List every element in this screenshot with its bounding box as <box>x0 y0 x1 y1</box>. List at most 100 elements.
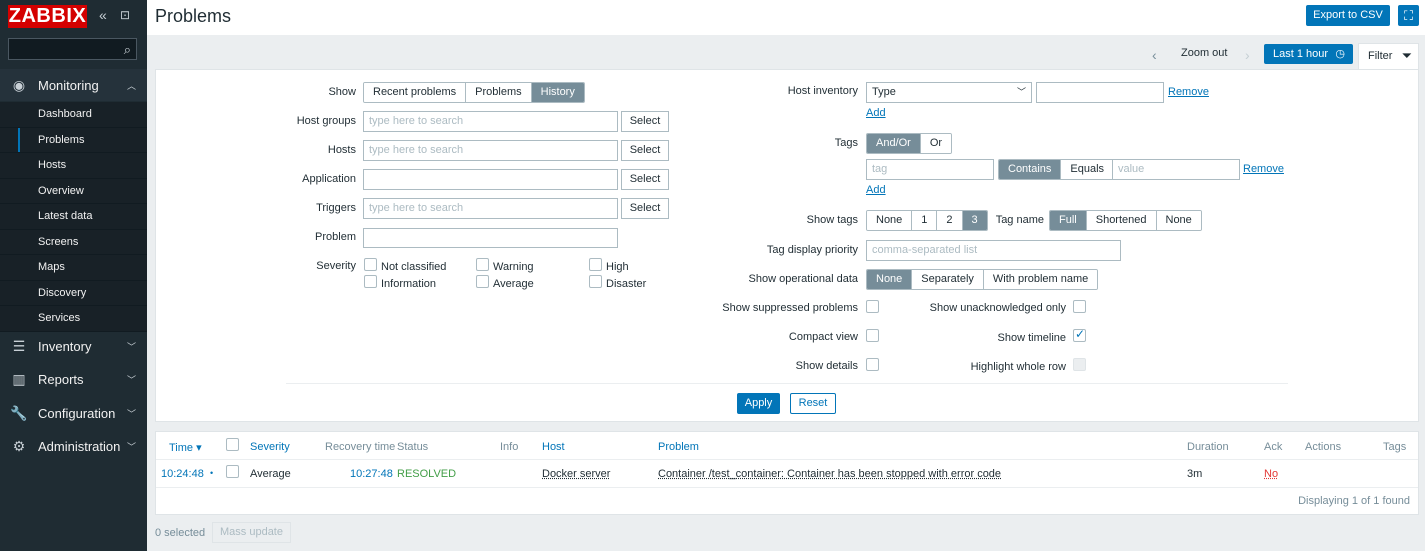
apply-button[interactable]: Apply <box>737 393 780 414</box>
compact-view-checkbox[interactable] <box>866 329 879 342</box>
sidebar-item-services[interactable]: Services <box>0 306 147 332</box>
column-problem-header[interactable]: Problem <box>658 441 699 453</box>
tag-name-full-option[interactable]: Full <box>1050 211 1086 230</box>
export-csv-button[interactable]: Export to CSV <box>1306 5 1390 26</box>
sidebar-item-maps[interactable]: Maps <box>0 255 147 281</box>
selected-count: 0 selected <box>155 527 205 539</box>
show-details-checkbox[interactable] <box>866 358 879 371</box>
menu-monitoring-label: Monitoring <box>38 78 99 93</box>
host-inventory-type-select[interactable]: Type ﹀ <box>866 82 1032 103</box>
menu-monitoring[interactable]: ◉ Monitoring ︿ <box>0 69 147 101</box>
show-tags-1-option[interactable]: 1 <box>911 211 936 230</box>
application-input[interactable] <box>363 169 618 190</box>
tags-and-or-option[interactable]: And/Or <box>867 134 920 153</box>
severity-high-checkbox[interactable] <box>589 258 602 271</box>
op-data-none-option[interactable]: None <box>867 270 911 289</box>
sidebar-item-dashboard[interactable]: Dashboard <box>0 102 147 128</box>
fullscreen-icon[interactable]: ⛶ <box>1398 5 1419 26</box>
row-recovery-time-link[interactable]: 10:27:48 <box>350 468 393 480</box>
sidebar-item-latest-data[interactable]: Latest data <box>0 204 147 230</box>
show-suppressed-checkbox[interactable] <box>866 300 879 313</box>
host-groups-select-button[interactable]: Select <box>621 111 669 132</box>
application-select-button[interactable]: Select <box>621 169 669 190</box>
tag-equals-option[interactable]: Equals <box>1060 160 1113 179</box>
chevron-up-icon: ︿ <box>127 79 136 92</box>
show-label: Show <box>286 86 356 98</box>
tag-display-priority-input[interactable]: comma-separated list <box>866 240 1121 261</box>
collapse-sidebar-icon[interactable]: « <box>99 8 107 22</box>
menu-reports[interactable]: ▥ Reports ﹀ <box>0 363 147 395</box>
host-inventory-add-link[interactable]: Add <box>866 107 886 119</box>
tag-name-shortened-option[interactable]: Shortened <box>1086 211 1156 230</box>
tag-name-none-option[interactable]: None <box>1156 211 1201 230</box>
sidebar-item-screens[interactable]: Screens <box>0 230 147 256</box>
op-data-separately-option[interactable]: Separately <box>911 270 983 289</box>
sidebar-item-overview[interactable]: Overview <box>0 179 147 205</box>
sidebar-search-input[interactable]: ⌕ <box>8 38 137 60</box>
severity-disaster-checkbox[interactable] <box>589 275 602 288</box>
show-tags-none-option[interactable]: None <box>867 211 911 230</box>
severity-information-checkbox[interactable] <box>364 275 377 288</box>
time-period-tab[interactable]: Last 1 hour ◷ <box>1264 44 1353 64</box>
zoom-out-button[interactable]: Zoom out <box>1181 47 1227 59</box>
hosts-input[interactable]: type here to search <box>363 140 618 161</box>
column-severity-header[interactable]: Severity <box>250 441 290 453</box>
triggers-select-button[interactable]: Select <box>621 198 669 219</box>
tags-operator-segmented: And/Or Or <box>866 133 952 154</box>
severity-warning-checkbox[interactable] <box>476 258 489 271</box>
chevron-right-icon[interactable]: › <box>1245 47 1250 63</box>
show-problems-option[interactable]: Problems <box>465 83 530 102</box>
row-status: RESOLVED <box>397 468 456 480</box>
problem-input[interactable] <box>363 228 618 248</box>
host-inventory-value-input[interactable] <box>1036 82 1164 103</box>
row-select-checkbox[interactable] <box>226 465 239 478</box>
column-tags-header: Tags <box>1383 441 1406 453</box>
host-inventory-type-value: Type <box>872 86 896 98</box>
show-recent-problems-option[interactable]: Recent problems <box>364 83 465 102</box>
menu-configuration[interactable]: 🔧 Configuration ﹀ <box>0 397 147 429</box>
sidebar-item-discovery[interactable]: Discovery <box>0 281 147 307</box>
search-icon[interactable]: ⌕ <box>124 42 131 58</box>
tags-or-option[interactable]: Or <box>920 134 951 153</box>
filter-divider <box>286 383 1288 384</box>
page-title: Problems <box>155 6 231 27</box>
tag-remove-link[interactable]: Remove <box>1243 163 1284 175</box>
column-host-header[interactable]: Host <box>542 441 565 453</box>
row-problem-link[interactable]: Container /test_container: Container has… <box>658 468 1001 480</box>
show-timeline-checkbox[interactable] <box>1073 329 1086 342</box>
show-unacknowledged-checkbox[interactable] <box>1073 300 1086 313</box>
chevron-down-icon: ﹀ <box>127 440 136 453</box>
show-history-option[interactable]: History <box>531 83 584 102</box>
hosts-select-button[interactable]: Select <box>621 140 669 161</box>
row-time-link[interactable]: 10:24:48 <box>161 468 204 480</box>
menu-inventory[interactable]: ☰ Inventory ﹀ <box>0 330 147 362</box>
menu-administration[interactable]: ⚙ Administration ﹀ <box>0 430 147 462</box>
tab-filter[interactable]: Filter ⏷ <box>1358 43 1419 70</box>
sidebar-item-problems[interactable]: Problems <box>0 128 147 154</box>
op-data-with-problem-name-option[interactable]: With problem name <box>983 270 1097 289</box>
triggers-input[interactable]: type here to search <box>363 198 618 219</box>
tag-contains-option[interactable]: Contains <box>999 160 1060 179</box>
row-host-link[interactable]: Docker server <box>542 468 610 480</box>
severity-average-checkbox[interactable] <box>476 275 489 288</box>
eye-icon: ◉ <box>0 77 38 94</box>
show-tags-2-option[interactable]: 2 <box>936 211 961 230</box>
zabbix-logo[interactable]: ZABBIX <box>8 5 87 28</box>
host-inventory-remove-link[interactable]: Remove <box>1168 86 1209 98</box>
sidebar-item-hosts[interactable]: Hosts <box>0 153 147 179</box>
host-groups-input[interactable]: type here to search <box>363 111 618 132</box>
show-tags-3-option[interactable]: 3 <box>962 211 987 230</box>
tag-value-input[interactable]: value <box>1112 159 1240 180</box>
row-ack-link[interactable]: No <box>1264 468 1278 480</box>
severity-not-classified-checkbox[interactable] <box>364 258 377 271</box>
problem-label: Problem <box>266 231 356 243</box>
tag-name-input[interactable]: tag <box>866 159 994 180</box>
reset-button[interactable]: Reset <box>790 393 836 414</box>
select-all-checkbox[interactable] <box>226 438 239 451</box>
column-time-header[interactable]: Time ▾ <box>169 441 202 454</box>
chevron-down-icon: ﹀ <box>1017 83 1026 102</box>
tag-add-link[interactable]: Add <box>866 184 886 196</box>
chevron-left-icon[interactable]: ‹ <box>1152 47 1157 63</box>
kiosk-mode-icon[interactable]: ⊡ <box>120 8 130 22</box>
show-unacknowledged-label: Show unacknowledged only <box>916 302 1066 314</box>
